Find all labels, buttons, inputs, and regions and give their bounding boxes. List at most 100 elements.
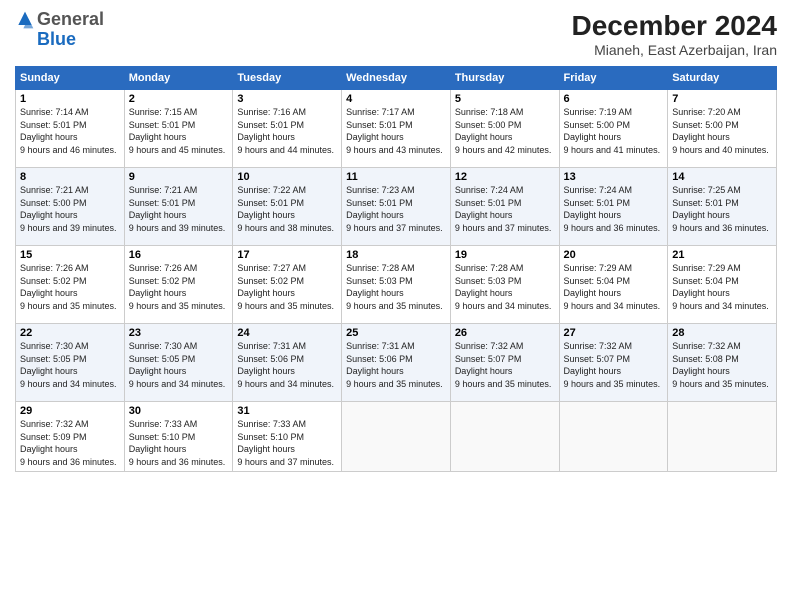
calendar-cell: 8 Sunrise: 7:21 AMSunset: 5:00 PMDayligh… xyxy=(16,168,125,246)
logo: General Blue xyxy=(15,10,104,50)
calendar-cell: 2 Sunrise: 7:15 AMSunset: 5:01 PMDayligh… xyxy=(124,90,233,168)
title-block: December 2024 Mianeh, East Azerbaijan, I… xyxy=(572,10,777,58)
calendar-day-header: Thursday xyxy=(450,67,559,90)
calendar-cell: 30 Sunrise: 7:33 AMSunset: 5:10 PMDaylig… xyxy=(124,402,233,472)
day-info: Sunrise: 7:24 AMSunset: 5:01 PMDaylight … xyxy=(455,185,552,233)
calendar-cell: 24 Sunrise: 7:31 AMSunset: 5:06 PMDaylig… xyxy=(233,324,342,402)
day-info: Sunrise: 7:27 AMSunset: 5:02 PMDaylight … xyxy=(237,263,334,311)
calendar-day-header: Sunday xyxy=(16,67,125,90)
calendar-week-row: 8 Sunrise: 7:21 AMSunset: 5:00 PMDayligh… xyxy=(16,168,777,246)
day-number: 23 xyxy=(129,327,229,339)
calendar-cell: 1 Sunrise: 7:14 AMSunset: 5:01 PMDayligh… xyxy=(16,90,125,168)
calendar-table: SundayMondayTuesdayWednesdayThursdayFrid… xyxy=(15,66,777,472)
page: General Blue December 2024 Mianeh, East … xyxy=(0,0,792,612)
day-info: Sunrise: 7:22 AMSunset: 5:01 PMDaylight … xyxy=(237,185,334,233)
day-info: Sunrise: 7:17 AMSunset: 5:01 PMDaylight … xyxy=(346,107,443,155)
day-number: 17 xyxy=(237,249,337,261)
day-info: Sunrise: 7:33 AMSunset: 5:10 PMDaylight … xyxy=(237,419,334,467)
calendar-day-header: Friday xyxy=(559,67,668,90)
day-info: Sunrise: 7:32 AMSunset: 5:08 PMDaylight … xyxy=(672,341,769,389)
day-info: Sunrise: 7:20 AMSunset: 5:00 PMDaylight … xyxy=(672,107,769,155)
calendar-header-row: SundayMondayTuesdayWednesdayThursdayFrid… xyxy=(16,67,777,90)
day-info: Sunrise: 7:18 AMSunset: 5:00 PMDaylight … xyxy=(455,107,552,155)
day-number: 6 xyxy=(564,93,664,105)
day-info: Sunrise: 7:31 AMSunset: 5:06 PMDaylight … xyxy=(237,341,334,389)
day-number: 13 xyxy=(564,171,664,183)
day-info: Sunrise: 7:30 AMSunset: 5:05 PMDaylight … xyxy=(129,341,226,389)
calendar-cell: 15 Sunrise: 7:26 AMSunset: 5:02 PMDaylig… xyxy=(16,246,125,324)
day-number: 11 xyxy=(346,171,446,183)
day-number: 10 xyxy=(237,171,337,183)
calendar-cell: 27 Sunrise: 7:32 AMSunset: 5:07 PMDaylig… xyxy=(559,324,668,402)
day-number: 21 xyxy=(672,249,772,261)
day-number: 4 xyxy=(346,93,446,105)
day-number: 20 xyxy=(564,249,664,261)
calendar-cell: 10 Sunrise: 7:22 AMSunset: 5:01 PMDaylig… xyxy=(233,168,342,246)
day-info: Sunrise: 7:32 AMSunset: 5:07 PMDaylight … xyxy=(564,341,661,389)
day-number: 25 xyxy=(346,327,446,339)
logo-blue: Blue xyxy=(37,30,104,50)
calendar-cell: 26 Sunrise: 7:32 AMSunset: 5:07 PMDaylig… xyxy=(450,324,559,402)
day-info: Sunrise: 7:32 AMSunset: 5:07 PMDaylight … xyxy=(455,341,552,389)
day-info: Sunrise: 7:26 AMSunset: 5:02 PMDaylight … xyxy=(20,263,117,311)
day-number: 22 xyxy=(20,327,120,339)
calendar-cell: 29 Sunrise: 7:32 AMSunset: 5:09 PMDaylig… xyxy=(16,402,125,472)
day-info: Sunrise: 7:29 AMSunset: 5:04 PMDaylight … xyxy=(672,263,769,311)
calendar-cell: 7 Sunrise: 7:20 AMSunset: 5:00 PMDayligh… xyxy=(668,90,777,168)
calendar-cell: 11 Sunrise: 7:23 AMSunset: 5:01 PMDaylig… xyxy=(342,168,451,246)
calendar-cell: 20 Sunrise: 7:29 AMSunset: 5:04 PMDaylig… xyxy=(559,246,668,324)
day-number: 12 xyxy=(455,171,555,183)
day-info: Sunrise: 7:15 AMSunset: 5:01 PMDaylight … xyxy=(129,107,226,155)
calendar-cell: 18 Sunrise: 7:28 AMSunset: 5:03 PMDaylig… xyxy=(342,246,451,324)
day-info: Sunrise: 7:23 AMSunset: 5:01 PMDaylight … xyxy=(346,185,443,233)
day-info: Sunrise: 7:16 AMSunset: 5:01 PMDaylight … xyxy=(237,107,334,155)
day-number: 26 xyxy=(455,327,555,339)
calendar-cell: 23 Sunrise: 7:30 AMSunset: 5:05 PMDaylig… xyxy=(124,324,233,402)
day-info: Sunrise: 7:28 AMSunset: 5:03 PMDaylight … xyxy=(346,263,443,311)
calendar-cell: 22 Sunrise: 7:30 AMSunset: 5:05 PMDaylig… xyxy=(16,324,125,402)
calendar-week-row: 15 Sunrise: 7:26 AMSunset: 5:02 PMDaylig… xyxy=(16,246,777,324)
day-info: Sunrise: 7:14 AMSunset: 5:01 PMDaylight … xyxy=(20,107,117,155)
day-number: 24 xyxy=(237,327,337,339)
calendar-day-header: Saturday xyxy=(668,67,777,90)
calendar-cell xyxy=(450,402,559,472)
day-info: Sunrise: 7:32 AMSunset: 5:09 PMDaylight … xyxy=(20,419,117,467)
day-number: 31 xyxy=(237,405,337,417)
day-info: Sunrise: 7:21 AMSunset: 5:01 PMDaylight … xyxy=(129,185,226,233)
month-title: December 2024 xyxy=(572,10,777,42)
calendar-cell: 9 Sunrise: 7:21 AMSunset: 5:01 PMDayligh… xyxy=(124,168,233,246)
logo-general: General xyxy=(37,10,104,30)
day-info: Sunrise: 7:25 AMSunset: 5:01 PMDaylight … xyxy=(672,185,769,233)
location: Mianeh, East Azerbaijan, Iran xyxy=(572,42,777,58)
day-number: 28 xyxy=(672,327,772,339)
calendar-cell xyxy=(559,402,668,472)
day-number: 27 xyxy=(564,327,664,339)
day-number: 2 xyxy=(129,93,229,105)
day-info: Sunrise: 7:30 AMSunset: 5:05 PMDaylight … xyxy=(20,341,117,389)
calendar-cell: 4 Sunrise: 7:17 AMSunset: 5:01 PMDayligh… xyxy=(342,90,451,168)
day-number: 14 xyxy=(672,171,772,183)
day-number: 7 xyxy=(672,93,772,105)
calendar-day-header: Tuesday xyxy=(233,67,342,90)
day-info: Sunrise: 7:33 AMSunset: 5:10 PMDaylight … xyxy=(129,419,226,467)
calendar-cell: 14 Sunrise: 7:25 AMSunset: 5:01 PMDaylig… xyxy=(668,168,777,246)
day-info: Sunrise: 7:29 AMSunset: 5:04 PMDaylight … xyxy=(564,263,661,311)
day-number: 9 xyxy=(129,171,229,183)
day-info: Sunrise: 7:21 AMSunset: 5:00 PMDaylight … xyxy=(20,185,117,233)
calendar-cell: 6 Sunrise: 7:19 AMSunset: 5:00 PMDayligh… xyxy=(559,90,668,168)
day-number: 1 xyxy=(20,93,120,105)
day-number: 5 xyxy=(455,93,555,105)
day-number: 18 xyxy=(346,249,446,261)
calendar-cell: 25 Sunrise: 7:31 AMSunset: 5:06 PMDaylig… xyxy=(342,324,451,402)
calendar-cell: 28 Sunrise: 7:32 AMSunset: 5:08 PMDaylig… xyxy=(668,324,777,402)
calendar-cell: 19 Sunrise: 7:28 AMSunset: 5:03 PMDaylig… xyxy=(450,246,559,324)
day-info: Sunrise: 7:19 AMSunset: 5:00 PMDaylight … xyxy=(564,107,661,155)
calendar-cell: 16 Sunrise: 7:26 AMSunset: 5:02 PMDaylig… xyxy=(124,246,233,324)
day-info: Sunrise: 7:26 AMSunset: 5:02 PMDaylight … xyxy=(129,263,226,311)
calendar-cell: 13 Sunrise: 7:24 AMSunset: 5:01 PMDaylig… xyxy=(559,168,668,246)
day-info: Sunrise: 7:31 AMSunset: 5:06 PMDaylight … xyxy=(346,341,443,389)
calendar-cell: 5 Sunrise: 7:18 AMSunset: 5:00 PMDayligh… xyxy=(450,90,559,168)
day-number: 16 xyxy=(129,249,229,261)
calendar-cell xyxy=(342,402,451,472)
calendar-cell: 3 Sunrise: 7:16 AMSunset: 5:01 PMDayligh… xyxy=(233,90,342,168)
